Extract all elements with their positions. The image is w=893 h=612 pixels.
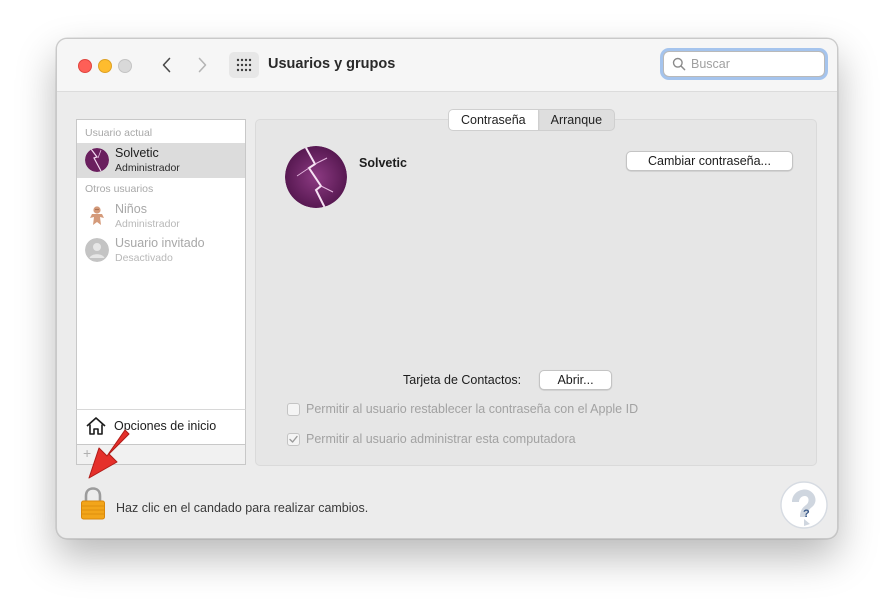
- contacts-card-label: Tarjeta de Contactos:: [403, 373, 522, 387]
- user-list: Usuario actual Solvetic Administrador Ot…: [76, 119, 246, 411]
- back-button[interactable]: [156, 54, 178, 76]
- checkbox[interactable]: [287, 403, 300, 416]
- minimize-button[interactable]: [98, 59, 112, 73]
- user-role: Administrador: [115, 162, 180, 174]
- checkbox-label: Permitir al usuario administrar esta com…: [306, 432, 576, 446]
- chevron-right-icon: [198, 57, 207, 73]
- preferences-window: Usuarios y grupos Usuario actual Solveti…: [56, 38, 838, 539]
- chevron-left-icon: [162, 57, 171, 73]
- other-users-section-label: Otros usuarios: [85, 183, 154, 195]
- checkmark-icon: [289, 435, 298, 443]
- checkbox[interactable]: [287, 433, 300, 446]
- checkbox-label: Permitir al usuario restablecer la contr…: [306, 402, 639, 416]
- avatar: [85, 148, 109, 172]
- user-row-solvetic[interactable]: Solvetic Administrador: [77, 143, 245, 178]
- guest-avatar-icon: [85, 238, 109, 262]
- user-row-ninos[interactable]: Niños Administrador: [77, 199, 245, 234]
- user-role: Desactivado: [115, 252, 173, 264]
- current-user-section-label: Usuario actual: [85, 127, 153, 139]
- zoom-button[interactable]: [118, 59, 132, 73]
- lightning-avatar-icon: [85, 148, 109, 172]
- search-field[interactable]: [663, 51, 825, 77]
- forward-button[interactable]: [191, 54, 213, 76]
- lock-message: Haz clic en el candado para realizar cam…: [116, 501, 369, 515]
- svg-text:?: ?: [803, 508, 810, 520]
- open-contacts-button[interactable]: Abrir...: [539, 370, 612, 390]
- window-title: Usuarios y grupos: [268, 56, 396, 72]
- avatar: [85, 204, 109, 228]
- avatar: [85, 238, 109, 262]
- user-name: Niños: [115, 202, 147, 216]
- show-all-button[interactable]: [229, 52, 259, 78]
- red-arrow-icon: [85, 428, 135, 493]
- close-button[interactable]: [78, 59, 92, 73]
- user-row-guest[interactable]: Usuario invitado Desactivado: [77, 233, 245, 268]
- selected-user-name: Solvetic: [359, 156, 407, 170]
- tab-login-items[interactable]: Arranque: [539, 110, 614, 130]
- title-bar: Usuarios y grupos: [57, 39, 837, 92]
- lightning-avatar-icon: [285, 146, 347, 208]
- user-role: Administrador: [115, 218, 180, 230]
- gingerbread-avatar-icon: [85, 204, 109, 228]
- grid-icon: [236, 58, 252, 72]
- search-icon: [672, 57, 686, 71]
- user-name: Solvetic: [115, 146, 159, 160]
- user-name: Usuario invitado: [115, 236, 205, 250]
- change-password-button[interactable]: Cambiar contraseña...: [626, 151, 793, 171]
- tab-bar: Contraseña Arranque: [448, 109, 616, 131]
- help-logo-icon: ?: [778, 480, 832, 535]
- tab-password[interactable]: Contraseña: [449, 110, 539, 130]
- user-picture[interactable]: [285, 146, 347, 208]
- search-input[interactable]: [691, 55, 816, 73]
